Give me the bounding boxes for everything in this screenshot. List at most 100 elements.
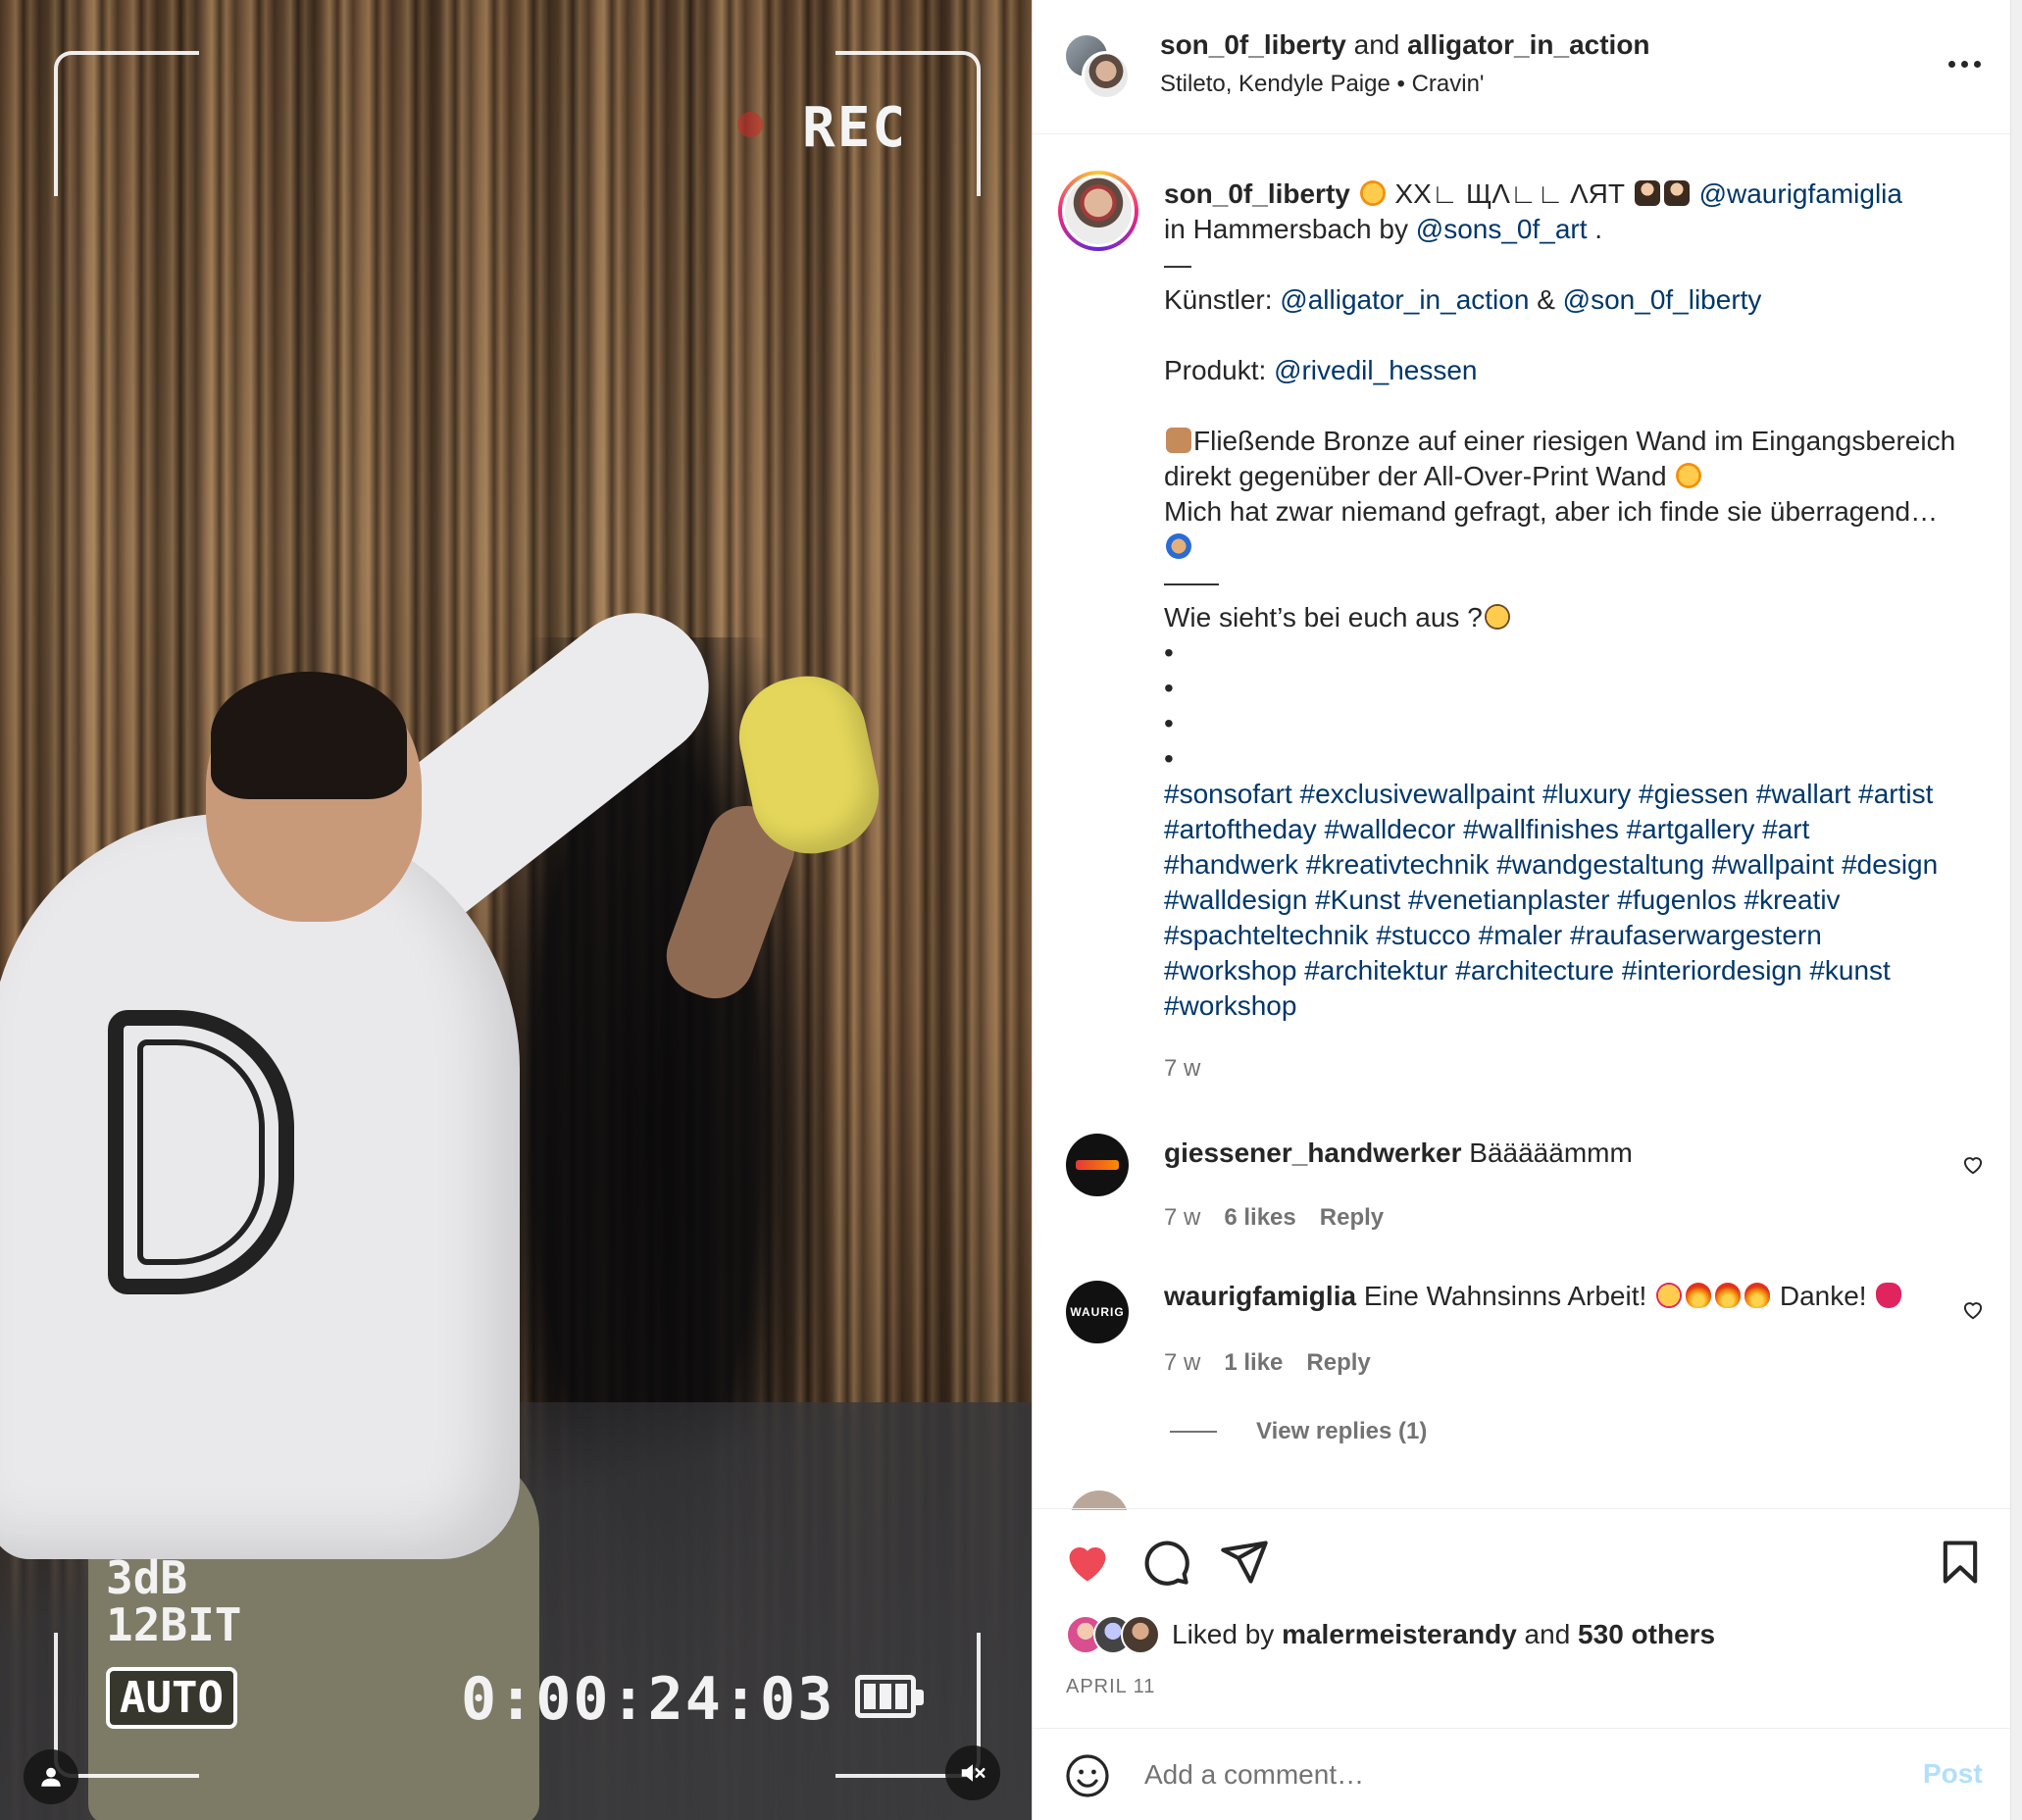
hashtag-line[interactable]: #sonsofart #exclusivewallpaint #luxury #…: [1164, 777, 1978, 812]
audio-level: 3dB: [106, 1551, 188, 1604]
comment-age[interactable]: 7 w: [1164, 1204, 1200, 1232]
mention-link[interactable]: @waurigfamiglia: [1699, 178, 1902, 209]
man-emoji-icon: [1663, 180, 1690, 206]
caption-title: XX∟ ЩΛ∟∟ ΛЯТ: [1394, 178, 1626, 209]
comment-icon[interactable]: [1140, 1537, 1191, 1588]
mode-badge: AUTO: [106, 1667, 237, 1729]
comment-meta: 7 w 1 like Reply: [1164, 1349, 1371, 1377]
comment-text: Eine Wahnsinns Arbeit!: [1363, 1281, 1647, 1311]
header-user-link-2[interactable]: alligator_in_action: [1407, 29, 1649, 60]
caption-text: son_0f_liberty XX∟ ЩΛ∟∟ ΛЯТ @waurigfamig…: [1164, 177, 1978, 1087]
liked-by-avatars[interactable]: [1066, 1615, 1160, 1654]
comment-username[interactable]: waurigfamiglia: [1164, 1281, 1356, 1311]
caption-rule: ——: [1164, 567, 1219, 597]
liked-by-prefix: Liked by: [1172, 1619, 1275, 1649]
speaker-muted-icon: [961, 1764, 986, 1782]
timecode: 0:00:24:03: [461, 1665, 835, 1734]
star-struck-emoji-icon: [1676, 463, 1702, 488]
star-struck-emoji-icon: [1359, 180, 1386, 206]
mention-link[interactable]: @alligator_in_action: [1280, 284, 1529, 315]
emoji-picker-icon[interactable]: [1064, 1752, 1111, 1799]
post-comment-button[interactable]: Post: [1923, 1758, 1983, 1790]
caption-question: Wie sieht’s bei euch aus ?: [1164, 602, 1483, 632]
avatar[interactable]: [1066, 1134, 1129, 1196]
comment-username[interactable]: giessener_handwerker: [1164, 1138, 1462, 1168]
scrollbar[interactable]: [2010, 0, 2022, 1820]
rec-label: REC: [802, 96, 908, 160]
liked-by-others-link[interactable]: 530 others: [1578, 1619, 1715, 1650]
avatar: [1082, 51, 1131, 100]
fire-emoji-icon: [1715, 1283, 1742, 1308]
raising-hands-emoji-icon: [1166, 428, 1191, 453]
caption-location-prefix: in Hammersbach by: [1164, 214, 1408, 244]
mention-link[interactable]: @son_0f_liberty: [1563, 284, 1762, 315]
audio-attribution: Stileto, Kendyle Paige • Cravin': [1160, 71, 1485, 98]
hoodie-logo: [108, 1010, 294, 1294]
comment-body: giessener_handwerker Bääääämmm: [1164, 1138, 1633, 1169]
mute-toggle-button[interactable]: [945, 1745, 1000, 1800]
header-user-link-1[interactable]: son_0f_liberty: [1160, 29, 1346, 60]
liked-by: Liked by malermeisterandy and 530 others: [1066, 1615, 1715, 1654]
caption-bullet: •: [1164, 743, 1174, 774]
heart-outline-icon[interactable]: [1960, 1296, 1986, 1322]
comment-age[interactable]: 7 w: [1164, 1349, 1200, 1377]
comment-input[interactable]: [1144, 1750, 1870, 1799]
comment-likes[interactable]: 6 likes: [1224, 1204, 1295, 1232]
battery-icon: [855, 1675, 924, 1718]
hashtag-line[interactable]: #walldesign #Kunst #venetianplaster #fug…: [1164, 883, 1978, 918]
person-hair: [211, 672, 407, 799]
bit-depth: 12BIT: [106, 1598, 242, 1651]
video-person: [0, 0, 1032, 1820]
action-bar: Liked by malermeisterandy and 530 others…: [1033, 1508, 2011, 1728]
fire-emoji-icon: [1744, 1283, 1771, 1308]
more-options-button[interactable]: [1940, 49, 1989, 78]
hashtag-line[interactable]: #spachteltechnik #stucco #maler #raufase…: [1164, 918, 1978, 953]
police-emoji-icon: [1166, 533, 1191, 559]
man-emoji-icon: [1634, 180, 1660, 206]
comment-text-2: Danke!: [1779, 1281, 1867, 1311]
hashtag-line[interactable]: #handwerk #kreativtechnik #wandgestaltun…: [1164, 847, 1978, 883]
reply-button[interactable]: Reply: [1306, 1349, 1370, 1377]
hashtag-line[interactable]: #artoftheday #walldecor #wallfinishes #a…: [1164, 812, 1978, 847]
hashtag-line[interactable]: #workshop: [1164, 988, 1978, 1024]
share-icon[interactable]: [1219, 1537, 1270, 1588]
artists-amp: &: [1537, 284, 1555, 315]
video-player[interactable]: REC 3dB 12BIT AUTO 0:00:24:03: [0, 0, 1032, 1820]
red-heart-emoji-icon: [1876, 1283, 1902, 1308]
view-replies-button[interactable]: View replies (1): [1170, 1418, 1427, 1445]
nerd-face-emoji-icon: [1484, 604, 1510, 630]
replies-dash: [1170, 1431, 1217, 1433]
caption-bullet: •: [1164, 637, 1174, 668]
heart-eyes-emoji-icon: [1656, 1283, 1683, 1308]
partial-comment: [1033, 1491, 2011, 1510]
post-header: son_0f_liberty and alligator_in_action S…: [1033, 0, 2011, 134]
liked-by-and: and: [1524, 1619, 1571, 1649]
avatar[interactable]: [1058, 171, 1138, 251]
bookmark-icon[interactable]: [1935, 1537, 1986, 1588]
caption-period: .: [1594, 214, 1603, 244]
post-date[interactable]: APRIL 11: [1066, 1676, 1155, 1698]
comment-text: Bääääämmm: [1469, 1138, 1633, 1168]
caption-username[interactable]: son_0f_liberty: [1164, 178, 1350, 209]
hashtag-line[interactable]: #workshop #architektur #architecture #in…: [1164, 953, 1978, 988]
audio-artists-link[interactable]: Stileto, Kendyle Paige: [1160, 71, 1390, 97]
liked-by-user-link[interactable]: malermeisterandy: [1282, 1619, 1517, 1650]
audio-track-link[interactable]: Cravin': [1412, 71, 1485, 97]
heart-outline-icon[interactable]: [1960, 1151, 1986, 1177]
tagged-users-button[interactable]: [24, 1749, 78, 1804]
caption-age[interactable]: 7 w: [1164, 1055, 1200, 1082]
caption-dash: —: [1164, 249, 1191, 279]
reply-button[interactable]: Reply: [1320, 1204, 1384, 1232]
fire-emoji-icon: [1686, 1283, 1712, 1308]
caption-desc-3: Mich hat zwar niemand gefragt, aber ich …: [1164, 496, 1939, 527]
post-side-panel: son_0f_liberty and alligator_in_action S…: [1032, 0, 2011, 1820]
view-replies-label: View replies (1): [1256, 1418, 1428, 1444]
audio-separator: •: [1396, 71, 1405, 97]
avatar[interactable]: WAURIG: [1066, 1281, 1129, 1343]
mention-link[interactable]: @sons_0f_art: [1416, 214, 1588, 244]
heart-filled-icon[interactable]: [1062, 1537, 1113, 1588]
collab-avatars[interactable]: [1064, 33, 1133, 102]
comment-likes[interactable]: 1 like: [1224, 1349, 1283, 1377]
mention-link[interactable]: @rivedil_hessen: [1274, 355, 1477, 385]
artists-label: Künstler:: [1164, 284, 1273, 315]
